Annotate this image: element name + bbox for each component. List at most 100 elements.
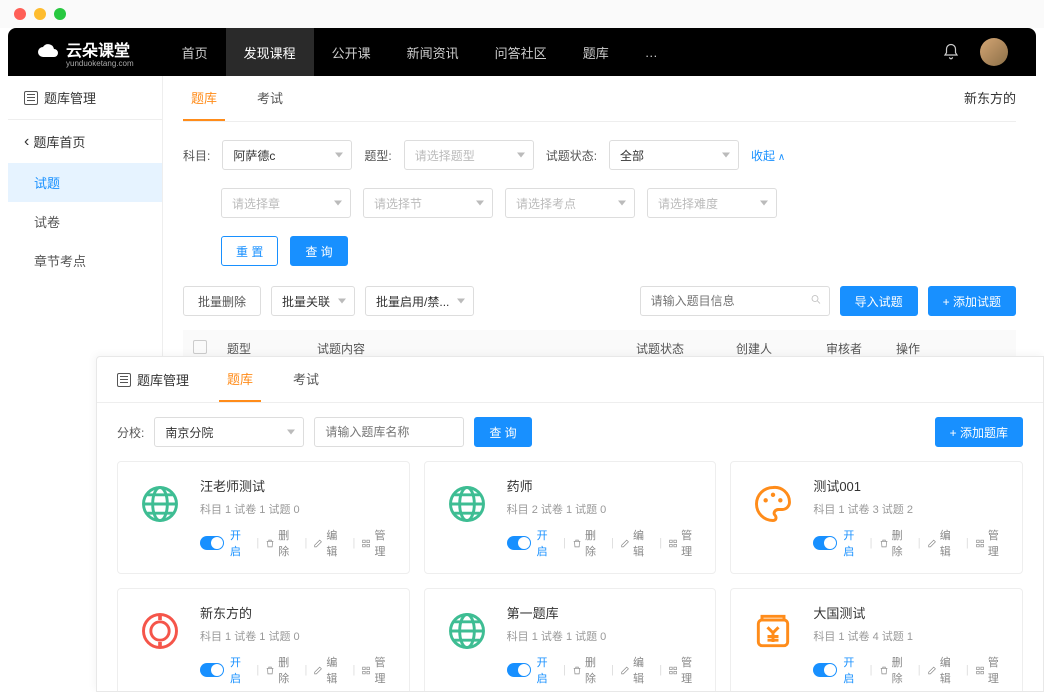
sidebar-back[interactable]: 题库首页 <box>8 120 162 163</box>
bank-card: 大国测试科目 1 试卷 4 试题 1开启|删除|编辑|管理 <box>730 588 1023 691</box>
branch-select[interactable]: 南京分院 <box>154 417 304 447</box>
th-creator: 创建人 <box>736 340 826 357</box>
card-delete[interactable]: 删除 <box>879 527 912 559</box>
card-edit[interactable]: 编辑 <box>927 654 960 686</box>
nav-item-3[interactable]: 新闻资讯 <box>389 28 477 76</box>
bulk-delete-button[interactable]: 批量删除 <box>183 286 261 316</box>
toggle-label: 开启 <box>537 527 557 559</box>
subject-label: 科目: <box>183 147 210 164</box>
card-delete[interactable]: 删除 <box>572 527 605 559</box>
bulk-enable-select[interactable]: 批量启用/禁... <box>365 286 474 316</box>
th-content: 试题内容 <box>317 340 636 357</box>
bank-card: 第一题库科目 1 试卷 1 试题 0开启|删除|编辑|管理 <box>424 588 717 691</box>
nav-item-1[interactable]: 发现课程 <box>226 28 314 76</box>
nav-item-4[interactable]: 问答社区 <box>477 28 565 76</box>
close-dot[interactable] <box>14 8 26 20</box>
toggle-label: 开启 <box>537 654 557 686</box>
search-icon[interactable] <box>810 294 822 309</box>
card-title: 汪老师测试 <box>200 476 395 495</box>
mac-titlebar <box>0 0 1044 28</box>
card-manage[interactable]: 管理 <box>668 527 701 559</box>
card-manage[interactable]: 管理 <box>975 654 1008 686</box>
w2-tab-1[interactable]: 考试 <box>285 357 327 402</box>
sidebar-item-2[interactable]: 章节考点 <box>8 241 162 280</box>
sidebar-title-text: 题库管理 <box>44 88 96 107</box>
card-manage[interactable]: 管理 <box>361 654 394 686</box>
nav-item-5[interactable]: 题库 <box>565 28 627 76</box>
card-edit[interactable]: 编辑 <box>313 527 346 559</box>
card-edit[interactable]: 编辑 <box>620 527 653 559</box>
chapter-select[interactable]: 请选择章 <box>221 188 351 218</box>
bell-icon[interactable] <box>942 43 960 61</box>
nav-item-6[interactable]: … <box>627 28 678 76</box>
card-meta: 科目 1 试卷 4 试题 1 <box>813 628 1008 644</box>
difficulty-select[interactable]: 请选择难度 <box>647 188 777 218</box>
minimize-dot[interactable] <box>34 8 46 20</box>
bank-card: 测试001科目 1 试卷 3 试题 2开启|删除|编辑|管理 <box>730 461 1023 574</box>
toggle-on[interactable] <box>200 536 224 550</box>
w2-title: 题库管理 <box>117 358 189 401</box>
avatar[interactable] <box>980 38 1008 66</box>
cloud-logo-icon <box>36 40 60 64</box>
import-button[interactable]: 导入试题 <box>840 286 918 316</box>
toggle-on[interactable] <box>507 663 531 677</box>
toggle-on[interactable] <box>200 663 224 677</box>
search-input[interactable] <box>640 286 830 316</box>
nav-item-0[interactable]: 首页 <box>164 28 226 76</box>
card-meta: 科目 1 试卷 3 试题 2 <box>813 501 1008 517</box>
w2-tab-0[interactable]: 题库 <box>219 357 261 402</box>
card-icon <box>745 603 801 659</box>
card-manage[interactable]: 管理 <box>975 527 1008 559</box>
reset-button[interactable]: 重 置 <box>221 236 278 266</box>
card-edit[interactable]: 编辑 <box>620 654 653 686</box>
toggle-on[interactable] <box>507 536 531 550</box>
th-type: 题型 <box>227 340 317 357</box>
list-icon <box>24 91 38 105</box>
card-meta: 科目 1 试卷 1 试题 0 <box>200 501 395 517</box>
add-question-button[interactable]: + 添加试题 <box>928 286 1016 316</box>
tab-1[interactable]: 考试 <box>249 76 291 121</box>
add-bank-button[interactable]: + 添加题库 <box>935 417 1023 447</box>
th-status: 试题状态 <box>636 340 736 357</box>
bulk-relate-select[interactable]: 批量关联 <box>271 286 355 316</box>
status-select[interactable]: 全部 <box>609 140 739 170</box>
tab-0[interactable]: 题库 <box>183 76 225 121</box>
status-label: 试题状态: <box>546 147 597 164</box>
type-select[interactable]: 请选择题型 <box>404 140 534 170</box>
card-meta: 科目 1 试卷 1 试题 0 <box>200 628 395 644</box>
card-icon <box>132 476 188 532</box>
type-label: 题型: <box>364 147 391 164</box>
card-icon <box>132 603 188 659</box>
card-delete[interactable]: 删除 <box>265 654 298 686</box>
sidebar-item-1[interactable]: 试卷 <box>8 202 162 241</box>
sidebar-title: 题库管理 <box>8 76 162 120</box>
toggle-label: 开启 <box>230 654 250 686</box>
collapse-link[interactable]: 收起 <box>751 147 785 164</box>
nav-item-2[interactable]: 公开课 <box>314 28 389 76</box>
sidebar-item-0[interactable]: 试题 <box>8 163 162 202</box>
bank-card: 药师科目 2 试卷 1 试题 0开启|删除|编辑|管理 <box>424 461 717 574</box>
card-title: 第一题库 <box>507 603 702 622</box>
search-button[interactable]: 查 询 <box>290 236 347 266</box>
card-edit[interactable]: 编辑 <box>927 527 960 559</box>
subject-select[interactable]: 阿萨德c <box>222 140 352 170</box>
card-manage[interactable]: 管理 <box>361 527 394 559</box>
bank-name-input[interactable] <box>314 417 464 447</box>
card-title: 新东方的 <box>200 603 395 622</box>
select-all-checkbox[interactable] <box>193 340 207 354</box>
section-select[interactable]: 请选择节 <box>363 188 493 218</box>
card-edit[interactable]: 编辑 <box>313 654 346 686</box>
zoom-dot[interactable] <box>54 8 66 20</box>
point-select[interactable]: 请选择考点 <box>505 188 635 218</box>
card-delete[interactable]: 删除 <box>572 654 605 686</box>
card-manage[interactable]: 管理 <box>668 654 701 686</box>
toggle-label: 开启 <box>230 527 250 559</box>
w2-search-button[interactable]: 查 询 <box>474 417 531 447</box>
toggle-on[interactable] <box>813 663 837 677</box>
logo-sub: yunduoketang.com <box>66 59 134 68</box>
card-icon <box>439 603 495 659</box>
card-delete[interactable]: 删除 <box>879 654 912 686</box>
toggle-on[interactable] <box>813 536 837 550</box>
logo[interactable]: 云朵课堂 yunduoketang.com <box>36 37 134 68</box>
card-delete[interactable]: 删除 <box>265 527 298 559</box>
